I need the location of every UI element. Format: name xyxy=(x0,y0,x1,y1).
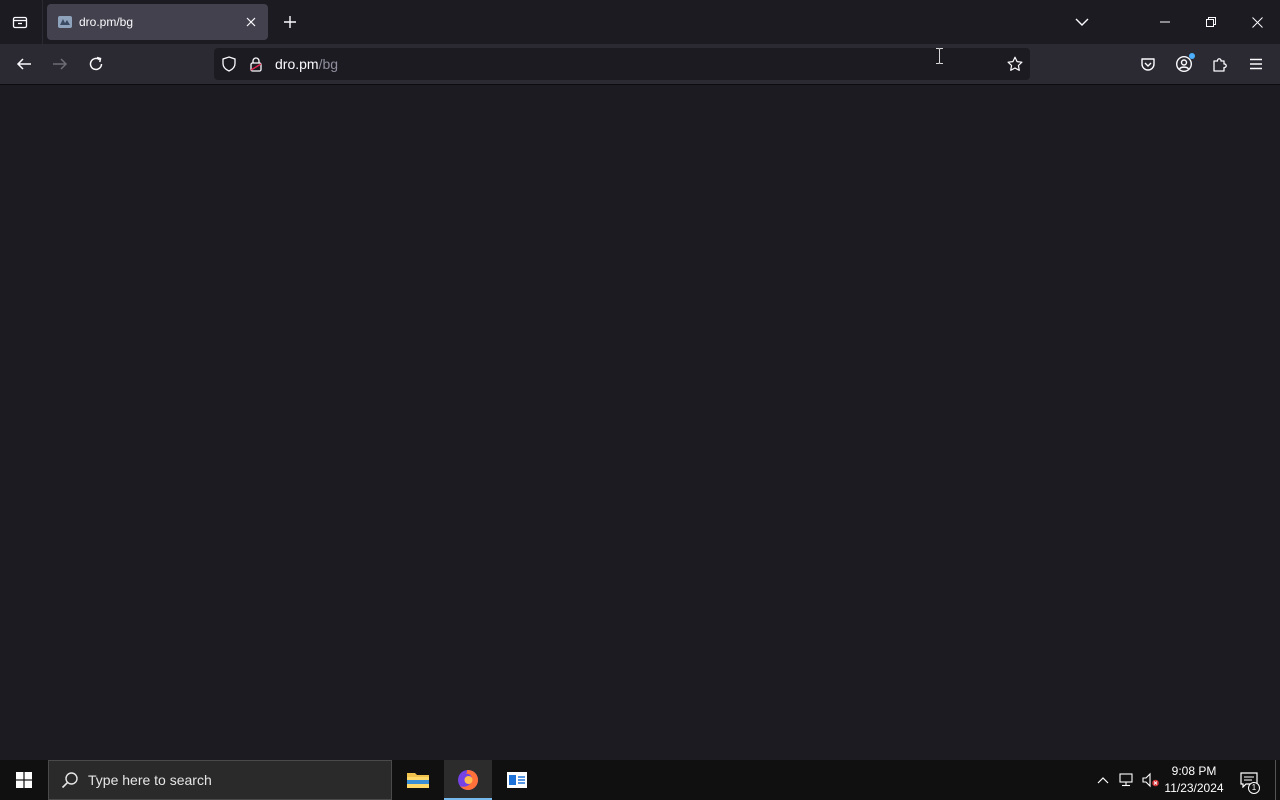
firefox-view-button[interactable] xyxy=(6,8,34,36)
firefox-taskbar-button[interactable] xyxy=(444,760,492,800)
windows-logo-icon xyxy=(16,772,32,788)
volume-muted-icon[interactable] xyxy=(1141,770,1161,790)
close-icon xyxy=(1251,16,1263,28)
forward-button[interactable] xyxy=(45,49,75,79)
account-button[interactable] xyxy=(1169,49,1199,79)
lock-icon[interactable] xyxy=(248,56,264,72)
tab-strip: dro.pm/bg xyxy=(0,0,1280,44)
app-window-button[interactable] xyxy=(493,760,541,800)
account-notification-dot xyxy=(1189,53,1195,59)
site-favicon-icon xyxy=(57,14,73,30)
clock-time: 9:08 PM xyxy=(1171,764,1217,778)
firefox-icon xyxy=(458,770,478,790)
reload-button[interactable] xyxy=(81,49,111,79)
search-placeholder: Type here to search xyxy=(88,772,212,788)
url-path: /bg xyxy=(318,56,339,72)
notification-count-badge: 1 xyxy=(1248,782,1260,794)
folder-icon xyxy=(407,773,429,788)
clock-date: 11/23/2024 xyxy=(1164,781,1224,795)
app-window-icon xyxy=(507,772,527,788)
bookmark-button[interactable] xyxy=(1003,53,1027,75)
page-content[interactable] xyxy=(0,85,1280,760)
url-bar[interactable]: dro.pm/bg xyxy=(214,48,1030,80)
app-menu-button[interactable] xyxy=(1241,49,1271,79)
action-center-button[interactable]: 1 xyxy=(1234,760,1264,800)
extensions-button[interactable] xyxy=(1205,49,1235,79)
network-icon[interactable] xyxy=(1117,770,1137,790)
reload-icon xyxy=(89,56,103,71)
close-window-button[interactable] xyxy=(1234,0,1280,44)
close-tab-icon[interactable] xyxy=(241,12,261,32)
chevron-up-icon xyxy=(1097,777,1109,784)
list-all-tabs-button[interactable] xyxy=(1068,8,1096,36)
minimize-button[interactable] xyxy=(1142,0,1188,44)
chevron-down-icon xyxy=(1075,18,1089,26)
restore-button[interactable] xyxy=(1188,0,1234,44)
tab-separator xyxy=(42,0,43,44)
restore-icon xyxy=(1206,17,1216,27)
tab-title: dro.pm/bg xyxy=(79,15,134,29)
navigation-toolbar: dro.pm/bg xyxy=(0,44,1280,85)
url-text[interactable]: dro.pm/bg xyxy=(275,56,338,72)
minimize-icon xyxy=(1160,21,1170,23)
pocket-button[interactable] xyxy=(1133,49,1163,79)
new-tab-button[interactable] xyxy=(277,9,303,35)
taskbar: Type here to search 9:08 PM 11/23/2024 1 xyxy=(0,760,1280,800)
show-desktop-button[interactable] xyxy=(1275,760,1276,800)
hamburger-icon xyxy=(1250,58,1262,70)
file-explorer-button[interactable] xyxy=(394,760,442,800)
plus-icon xyxy=(284,16,296,28)
puzzle-icon xyxy=(1213,58,1227,72)
forward-arrow-icon xyxy=(53,58,68,70)
back-button[interactable] xyxy=(9,49,39,79)
show-hidden-icons-button[interactable] xyxy=(1093,770,1113,790)
start-button[interactable] xyxy=(0,760,48,800)
url-host: dro.pm xyxy=(275,56,319,72)
shield-icon[interactable] xyxy=(221,56,237,72)
taskbar-search[interactable]: Type here to search xyxy=(48,760,392,800)
pocket-icon xyxy=(1141,58,1155,71)
text-cursor-icon xyxy=(936,48,943,64)
active-tab[interactable]: dro.pm/bg xyxy=(47,4,268,40)
taskbar-clock[interactable]: 9:08 PM 11/23/2024 xyxy=(1160,763,1228,797)
back-arrow-icon xyxy=(16,58,31,70)
tab-list-icon xyxy=(12,16,28,29)
search-icon xyxy=(60,770,80,790)
star-icon xyxy=(1007,56,1023,71)
